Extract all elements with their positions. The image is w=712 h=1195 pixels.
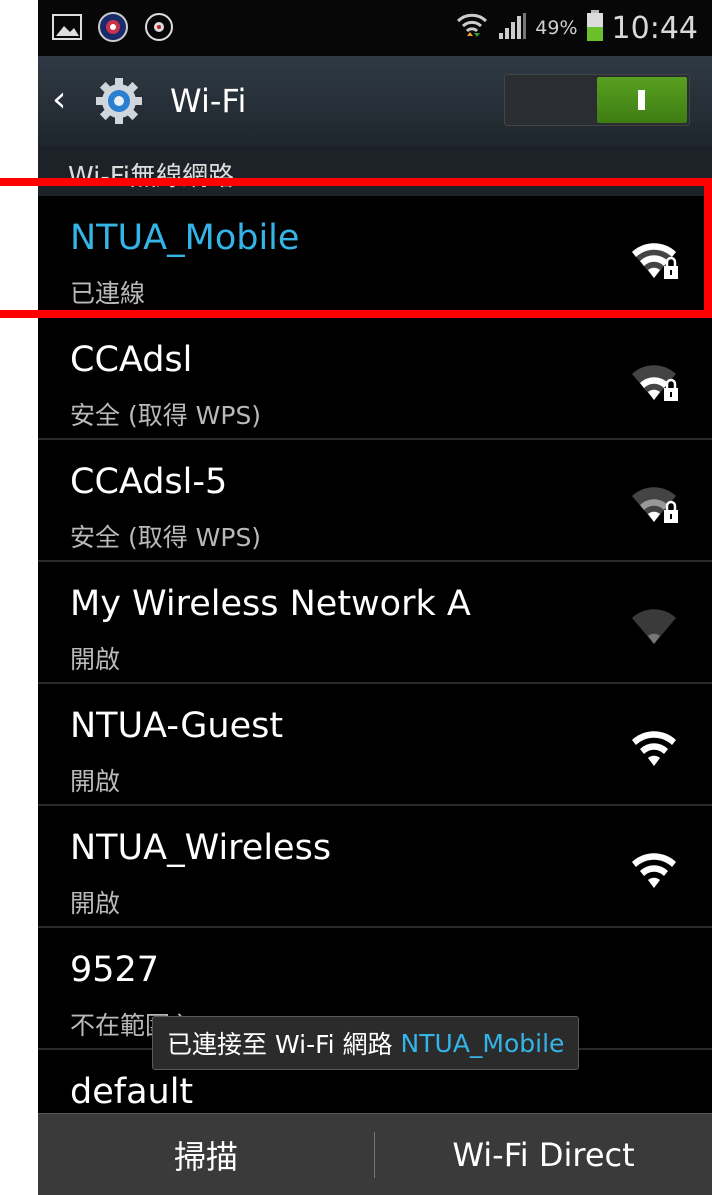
app-badge-icon	[96, 10, 130, 44]
wifi-locked-signal-icon	[630, 358, 680, 404]
settings-gear-icon[interactable]	[94, 76, 144, 126]
network-item[interactable]: My Wireless Network A 開啟	[38, 562, 712, 684]
wifi-toggle[interactable]	[504, 74, 690, 126]
bottom-bar: 掃描 Wi-Fi Direct	[38, 1113, 712, 1195]
signal-icon	[497, 11, 527, 45]
highlight-box	[0, 178, 712, 318]
clock: 10:44	[611, 10, 698, 46]
toast-message: 已連接至 Wi-Fi 網路	[167, 1030, 393, 1059]
network-ssid: CCAdsl	[70, 340, 193, 380]
network-item[interactable]: CCAdsl 安全 (取得 WPS)	[38, 318, 712, 440]
network-status: 安全 (取得 WPS)	[70, 523, 262, 552]
wifi-toggle-on-indicator	[597, 77, 687, 123]
network-status: 開啟	[70, 645, 121, 674]
network-item[interactable]: CCAdsl-5 安全 (取得 WPS)	[38, 440, 712, 562]
notification-icons	[50, 10, 176, 44]
network-item[interactable]: NTUA_Wireless 開啟	[38, 806, 712, 928]
scan-button[interactable]: 掃描	[38, 1114, 374, 1195]
network-ssid: 9527	[70, 950, 160, 990]
wifi-signal-icon	[630, 724, 680, 770]
network-status: 開啟	[70, 889, 121, 918]
network-ssid: default	[70, 1072, 194, 1112]
status-bar: 49% 10:44	[38, 0, 712, 56]
battery-icon	[586, 10, 604, 46]
battery-percent: 49%	[535, 17, 578, 39]
network-ssid: CCAdsl-5	[70, 462, 228, 502]
network-status: 開啟	[70, 767, 121, 796]
system-icons: 49% 10:44	[455, 6, 698, 50]
page-title: Wi-Fi	[170, 82, 247, 120]
wifi-direct-button[interactable]: Wi-Fi Direct	[375, 1114, 712, 1195]
gallery-icon	[50, 10, 84, 44]
wifi-status-icon	[455, 9, 489, 47]
sound-icon	[142, 10, 176, 44]
wifi-signal-icon	[630, 846, 680, 892]
wifi-locked-signal-icon	[630, 480, 680, 526]
action-bar: ‹ Wi-Fi	[38, 56, 712, 146]
back-icon[interactable]: ‹	[52, 78, 66, 122]
connection-toast: 已連接至 Wi-Fi 網路 NTUA_Mobile	[152, 1016, 580, 1070]
network-status: 安全 (取得 WPS)	[70, 401, 262, 430]
wifi-signal-icon	[630, 602, 680, 648]
toast-network-name: NTUA_Mobile	[400, 1028, 565, 1058]
network-ssid: NTUA-Guest	[70, 706, 284, 746]
network-ssid: My Wireless Network A	[70, 584, 471, 624]
network-ssid: NTUA_Wireless	[70, 828, 332, 868]
network-item[interactable]: NTUA-Guest 開啟	[38, 684, 712, 806]
